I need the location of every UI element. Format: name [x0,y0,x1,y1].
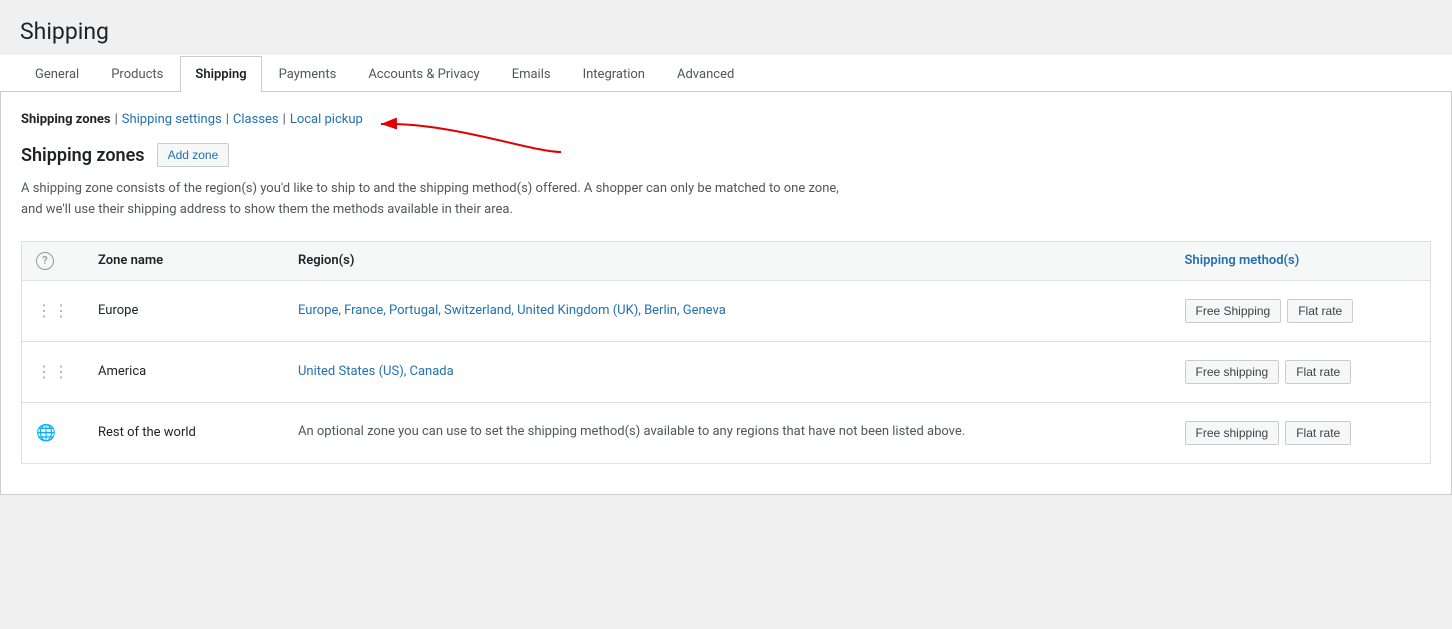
sep2: | [226,112,229,127]
section-header: Shipping zones Add zone [21,143,1431,167]
sub-nav-shipping-settings[interactable]: Shipping settings [122,112,222,127]
tab-accounts-privacy[interactable]: Accounts & Privacy [353,56,494,92]
drag-handle-cell: ⋮⋮ [22,341,85,402]
help-icon[interactable]: ? [36,252,54,270]
zone-name-cell: Europe [84,280,284,341]
col-drag-header: ? [22,241,85,280]
methods-cell-america: Free shipping Flat rate [1171,341,1431,402]
regions-cell-rest: An optional zone you can use to set the … [284,402,1171,463]
regions-europe[interactable]: Europe, France, Portugal, Switzerland, U… [298,303,726,318]
col-methods-header: Shipping method(s) [1171,241,1431,280]
methods-cell-rest: Free shipping Flat rate [1171,402,1431,463]
zone-name-cell: Rest of the world [84,402,284,463]
tab-payments[interactable]: Payments [264,56,352,92]
sub-nav-shipping-zones: Shipping zones [21,112,111,127]
tabs-bar: General Products Shipping Payments Accou… [0,55,1452,92]
flat-rate-badge-rest[interactable]: Flat rate [1285,421,1351,445]
section-title: Shipping zones [21,145,145,166]
free-shipping-badge-america[interactable]: Free shipping [1185,360,1280,384]
table-row: ⋮⋮ Europe Europe, France, Portugal, Swit… [22,280,1431,341]
methods-cell-europe: Free Shipping Flat rate [1171,280,1431,341]
regions-cell-europe: Europe, France, Portugal, Switzerland, U… [284,280,1171,341]
table-header-row: ? Zone name Region(s) Shipping method(s) [22,241,1431,280]
flat-rate-badge-america[interactable]: Flat rate [1285,360,1351,384]
sub-nav: Shipping zones | Shipping settings | Cla… [21,112,1431,127]
drag-handle-cell: ⋮⋮ [22,280,85,341]
methods-europe: Free Shipping Flat rate [1185,299,1417,323]
table-row: 🌐 Rest of the world An optional zone you… [22,402,1431,463]
drag-handle-icon[interactable]: ⋮⋮ [36,301,70,320]
tab-integration[interactable]: Integration [568,56,660,92]
regions-america[interactable]: United States (US), Canada [298,364,454,379]
content-area: Shipping zones | Shipping settings | Cla… [0,92,1452,495]
zone-name-america: America [98,364,146,379]
tab-shipping[interactable]: Shipping [180,56,261,92]
col-zone-name-header: Zone name [84,241,284,280]
free-shipping-badge-europe[interactable]: Free Shipping [1185,299,1282,323]
sub-nav-container: Shipping zones | Shipping settings | Cla… [21,112,1431,127]
globe-icon: 🌐 [36,423,56,442]
zones-table: ? Zone name Region(s) Shipping method(s)… [21,241,1431,464]
regions-cell-america: United States (US), Canada [284,341,1171,402]
col-regions-header: Region(s) [284,241,1171,280]
tab-general[interactable]: General [20,56,94,92]
globe-icon-cell: 🌐 [22,402,85,463]
sub-nav-local-pickup[interactable]: Local pickup [290,112,363,127]
zone-name-cell: America [84,341,284,402]
methods-rest-of-world: Free shipping Flat rate [1185,421,1417,445]
zone-name-europe: Europe [98,303,138,318]
zone-name-rest-of-world: Rest of the world [98,425,196,440]
page-title: Shipping [20,18,1432,45]
free-shipping-badge-rest[interactable]: Free shipping [1185,421,1280,445]
table-row: ⋮⋮ America United States (US), Canada Fr… [22,341,1431,402]
flat-rate-badge-europe[interactable]: Flat rate [1287,299,1353,323]
section-description: A shipping zone consists of the region(s… [21,179,841,221]
sep1: | [115,112,118,127]
methods-america: Free shipping Flat rate [1185,360,1417,384]
sep3: | [283,112,286,127]
add-zone-button[interactable]: Add zone [157,143,230,167]
sub-nav-classes[interactable]: Classes [233,112,279,127]
tab-products[interactable]: Products [96,56,178,92]
regions-rest-of-world: An optional zone you can use to set the … [298,424,965,439]
tab-emails[interactable]: Emails [497,56,566,92]
drag-handle-icon[interactable]: ⋮⋮ [36,362,70,381]
tab-advanced[interactable]: Advanced [662,56,749,92]
